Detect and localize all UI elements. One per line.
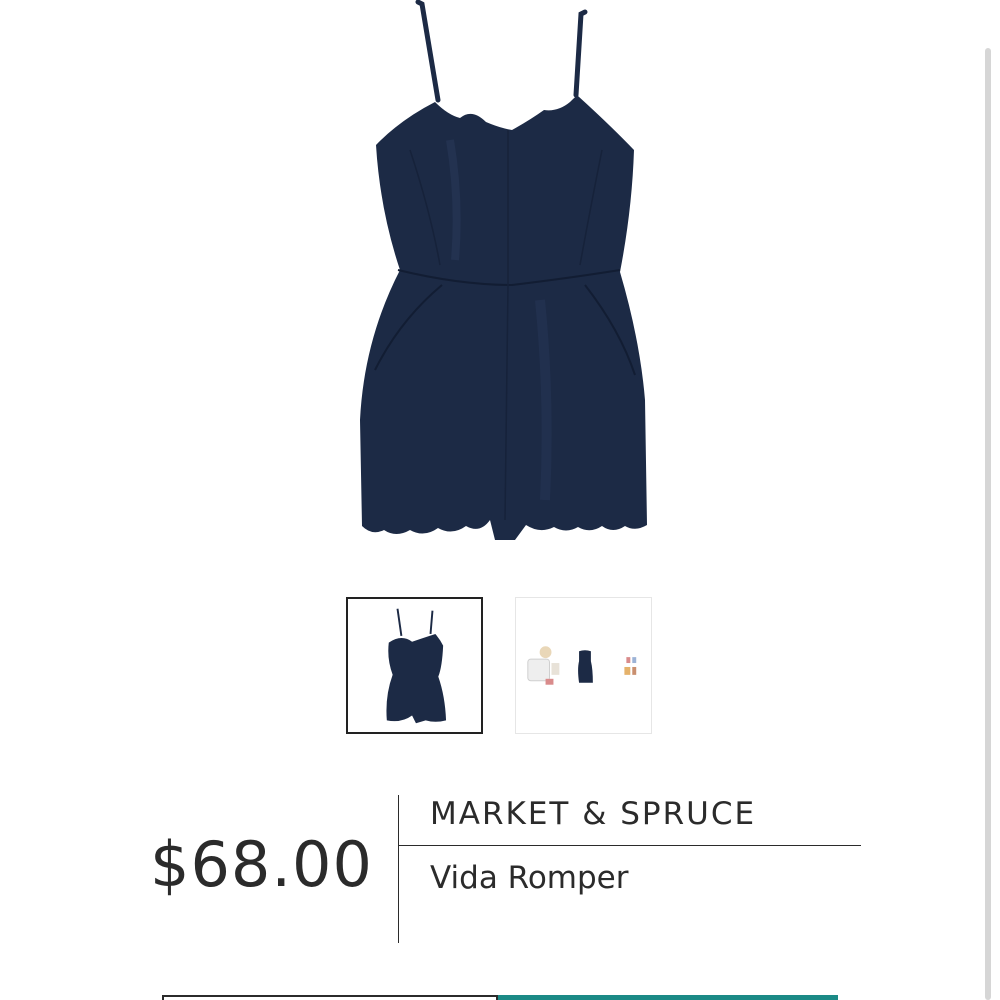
thumbnail-outfit-styling[interactable] <box>515 597 652 734</box>
secondary-action-button[interactable] <box>162 995 498 1000</box>
info-vertical-divider <box>398 795 399 943</box>
product-main-image[interactable] <box>340 0 670 560</box>
product-price: $68.00 <box>150 828 373 901</box>
page-scrollbar[interactable] <box>985 48 991 1000</box>
product-detail-page: $68.00 MARKET & SPRUCE Vida Romper <box>0 0 1000 1000</box>
product-name: Vida Romper <box>430 860 629 896</box>
product-brand: MARKET & SPRUCE <box>430 796 757 832</box>
thumbnail-romper-front[interactable] <box>346 597 483 734</box>
info-horizontal-divider <box>398 845 861 846</box>
primary-action-button[interactable] <box>498 995 838 1000</box>
